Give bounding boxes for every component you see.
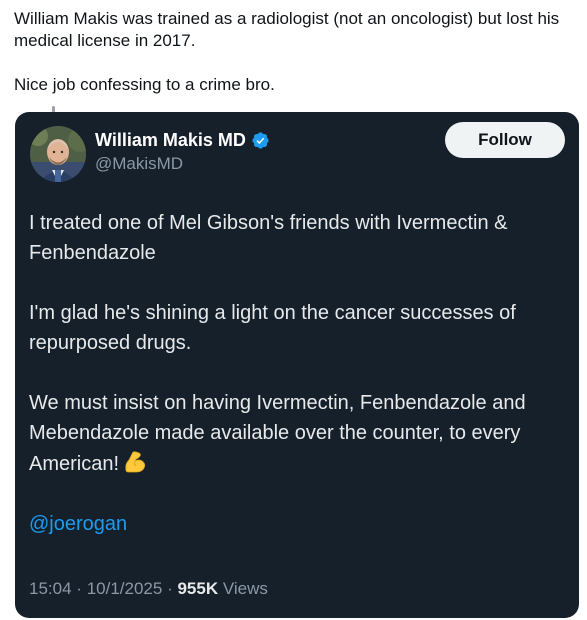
meta-separator: · xyxy=(167,579,173,598)
outer-post-text: William Makis was trained as a radiologi… xyxy=(14,8,580,96)
tweet-line: American! xyxy=(29,453,120,475)
views-count: 955K xyxy=(177,579,219,598)
follow-button[interactable]: Follow xyxy=(445,122,565,158)
tweet-line: We must insist on having Ivermectin, Fen… xyxy=(29,392,526,414)
outer-post-line-3: Nice job confessing to a crime bro. xyxy=(14,75,275,94)
tweet-body: I treated one of Mel Gibson's friends wi… xyxy=(29,208,569,539)
verified-badge-icon xyxy=(251,131,270,150)
author-name[interactable]: William Makis MD xyxy=(95,129,246,151)
tweet-meta: 15:04 · 10/1/2025 · 955K Views xyxy=(29,578,268,600)
outer-post-line-1: William Makis was trained as a radiologi… xyxy=(14,9,560,28)
mention-link[interactable]: @joerogan xyxy=(29,513,127,535)
views-label: Views xyxy=(222,579,268,598)
meta-separator: · xyxy=(76,579,82,598)
tweet-line: repurposed drugs. xyxy=(29,332,192,354)
tweet-line: I'm glad he's shining a light on the can… xyxy=(29,302,516,324)
tweet-time[interactable]: 15:04 xyxy=(29,579,72,598)
outer-post-line-2: medical license in 2017. xyxy=(14,31,196,50)
tweet-line: I treated one of Mel Gibson's friends wi… xyxy=(29,212,508,234)
author-handle[interactable]: @MakisMD xyxy=(95,153,270,175)
tweet-date[interactable]: 10/1/2025 xyxy=(87,579,163,598)
tweet-line: Fenbendazole xyxy=(29,242,156,264)
flexed-biceps-icon xyxy=(122,448,148,474)
author-block[interactable]: William Makis MD @MakisMD xyxy=(95,129,270,175)
tweet-line: Mebendazole made available over the coun… xyxy=(29,422,521,444)
quoted-tweet-card[interactable]: William Makis MD @MakisMD Follow I treat… xyxy=(15,112,579,618)
tweet-line-with-emoji: American! xyxy=(29,448,569,479)
avatar[interactable] xyxy=(30,126,86,182)
